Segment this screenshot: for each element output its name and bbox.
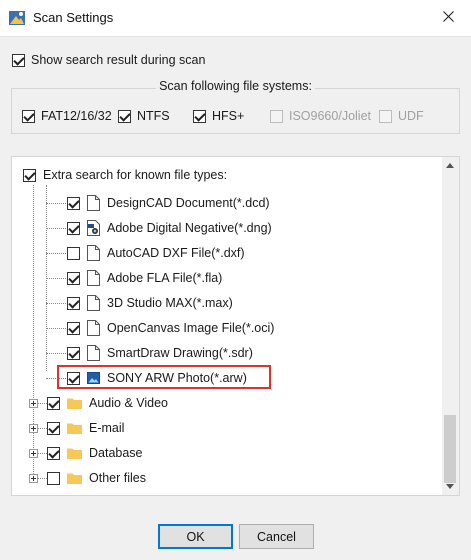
list-item[interactable]: Adobe Digital Negative(*.dng) — [67, 217, 272, 239]
file-type-check[interactable] — [67, 296, 80, 310]
scroll-down-icon[interactable] — [446, 484, 454, 489]
file-type-check[interactable] — [67, 221, 80, 235]
file-type-check[interactable] — [67, 246, 80, 260]
list-item[interactable]: AutoCAD DXF File(*.dxf) — [67, 242, 245, 264]
cancel-button[interactable]: Cancel — [239, 524, 314, 549]
fs-fat-label: FAT12/16/32 — [41, 109, 112, 123]
fs-iso-check — [270, 109, 283, 123]
file-type-label: 3D Studio MAX(*.max) — [107, 296, 233, 310]
folder-icon — [67, 397, 82, 409]
close-button[interactable] — [425, 0, 471, 36]
dialog-body: Show search result during scan Scan foll… — [0, 36, 471, 560]
file-type-label: Adobe FLA File(*.fla) — [107, 271, 223, 285]
group-label: Other files — [89, 471, 146, 485]
fs-hfs-check[interactable] — [193, 109, 206, 123]
fs-hfs-label: HFS+ — [212, 109, 245, 123]
group-label: E-mail — [89, 421, 125, 435]
file-type-check[interactable] — [67, 196, 80, 210]
file-type-check[interactable] — [67, 321, 80, 335]
scroll-thumb[interactable] — [444, 415, 456, 483]
file-systems-group-label: Scan following file systems: — [156, 79, 315, 93]
tree-root-check[interactable] — [23, 168, 36, 182]
list-item[interactable]: Adobe FLA File(*.fla) — [67, 267, 222, 289]
list-item[interactable]: SmartDraw Drawing(*.sdr) — [67, 342, 253, 364]
show-search-result-check[interactable] — [12, 53, 25, 67]
fs-iso-label: ISO9660/Joliet — [289, 109, 371, 123]
title-bar: Scan Settings — [0, 0, 471, 36]
tree-group-email[interactable]: E-mail — [47, 417, 124, 439]
expand-icon[interactable] — [29, 399, 38, 408]
highlight-box — [57, 365, 271, 389]
file-type-label: AutoCAD DXF File(*.dxf) — [107, 246, 245, 260]
document-icon — [87, 295, 100, 311]
group-check[interactable] — [47, 471, 60, 485]
file-type-label: OpenCanvas Image File(*.oci) — [107, 321, 275, 335]
vertical-scrollbar[interactable] — [442, 157, 459, 495]
expand-icon[interactable] — [29, 424, 38, 433]
ok-button[interactable]: OK — [158, 524, 233, 549]
group-label: Audio & Video — [89, 396, 168, 410]
group-check[interactable] — [47, 396, 60, 410]
fs-iso-checkbox: ISO9660/Joliet — [270, 109, 371, 123]
app-icon — [8, 9, 26, 27]
group-check[interactable] — [47, 446, 60, 460]
show-search-result-checkbox[interactable]: Show search result during scan — [12, 53, 205, 67]
file-type-label: SmartDraw Drawing(*.sdr) — [107, 346, 253, 360]
document-icon — [87, 345, 100, 361]
file-type-label: Adobe Digital Negative(*.dng) — [107, 221, 272, 235]
fs-ntfs-checkbox[interactable]: NTFS — [118, 109, 170, 123]
fs-udf-checkbox: UDF — [379, 109, 424, 123]
group-label: Database — [89, 446, 143, 460]
tree-root-item[interactable]: Extra search for known file types: — [23, 164, 227, 186]
document-icon — [87, 270, 100, 286]
file-types-tree[interactable]: Extra search for known file types: Desig… — [11, 156, 460, 496]
fs-ntfs-check[interactable] — [118, 109, 131, 123]
expand-icon[interactable] — [29, 474, 38, 483]
expand-icon[interactable] — [29, 449, 38, 458]
fs-ntfs-label: NTFS — [137, 109, 170, 123]
list-item[interactable]: OpenCanvas Image File(*.oci) — [67, 317, 274, 339]
file-type-label: DesignCAD Document(*.dcd) — [107, 196, 270, 210]
tree-group-database[interactable]: Database — [47, 442, 143, 464]
dng-file-icon — [87, 220, 100, 236]
folder-icon — [67, 447, 82, 459]
tree-root-label: Extra search for known file types: — [43, 168, 228, 182]
fs-fat-checkbox[interactable]: FAT12/16/32 — [22, 109, 112, 123]
document-icon — [87, 320, 100, 336]
fs-udf-check — [379, 109, 392, 123]
list-item[interactable]: 3D Studio MAX(*.max) — [67, 292, 233, 314]
fs-hfs-checkbox[interactable]: HFS+ — [193, 109, 244, 123]
document-icon — [87, 245, 100, 261]
folder-icon — [67, 472, 82, 484]
tree-group-audio-video[interactable]: Audio & Video — [47, 392, 168, 414]
fs-udf-label: UDF — [398, 109, 424, 123]
list-item[interactable]: DesignCAD Document(*.dcd) — [67, 192, 270, 214]
tree-group-other-files[interactable]: Other files — [47, 467, 146, 489]
file-type-check[interactable] — [67, 346, 80, 360]
file-type-check[interactable] — [67, 271, 80, 285]
fs-fat-check[interactable] — [22, 109, 35, 123]
window-title: Scan Settings — [33, 10, 114, 25]
document-icon — [87, 195, 100, 211]
group-check[interactable] — [47, 421, 60, 435]
tree-line — [33, 185, 34, 478]
show-search-result-label: Show search result during scan — [31, 53, 206, 67]
scroll-up-icon[interactable] — [446, 163, 454, 168]
close-icon — [442, 11, 454, 25]
folder-icon — [67, 422, 82, 434]
